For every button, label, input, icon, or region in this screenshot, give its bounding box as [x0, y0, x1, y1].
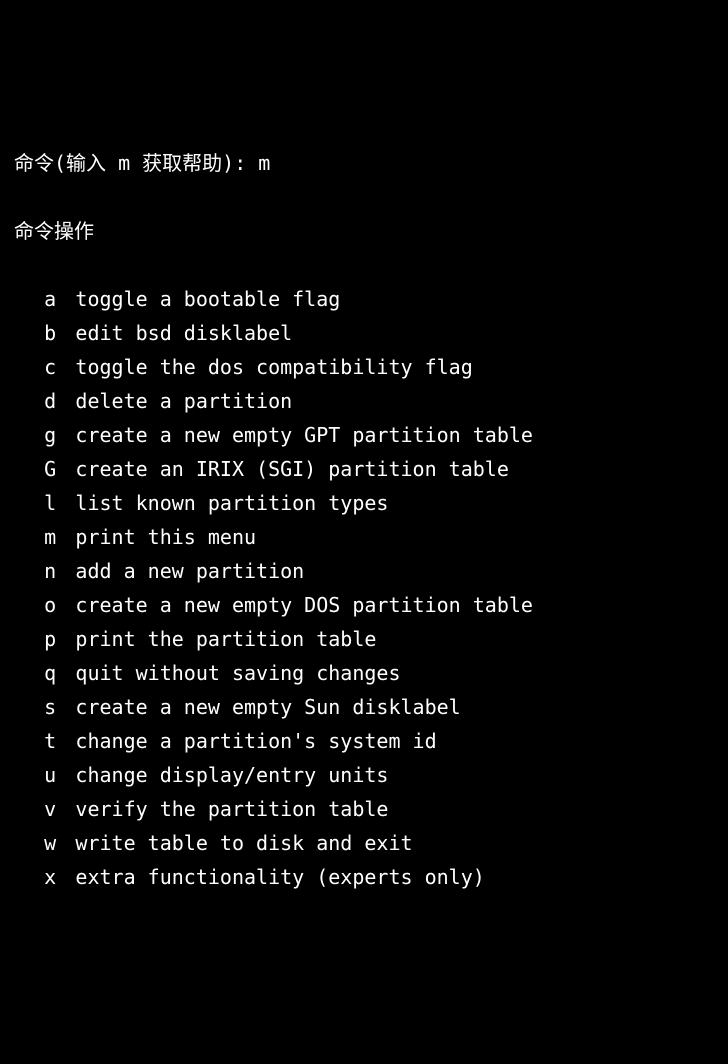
command-gap: [56, 452, 75, 486]
command-description: print the partition table: [75, 627, 376, 651]
command-row: p print the partition table: [14, 622, 714, 656]
command-row: m print this menu: [14, 520, 714, 554]
command-row: G create an IRIX (SGI) partition table: [14, 452, 714, 486]
command-gap: [56, 316, 75, 350]
command-description: change a partition's system id: [75, 729, 436, 753]
command-row: b edit bsd disklabel: [14, 316, 714, 350]
command-description: add a new partition: [75, 559, 304, 583]
command-key: a: [14, 282, 56, 316]
command-gap: [56, 826, 75, 860]
command-gap: [56, 554, 75, 588]
command-prompt-line[interactable]: 命令(输入 m 获取帮助): m: [14, 146, 714, 180]
command-description: extra functionality (experts only): [75, 865, 484, 889]
command-key: s: [14, 690, 56, 724]
command-description: create an IRIX (SGI) partition table: [75, 457, 508, 481]
command-description: change display/entry units: [75, 763, 388, 787]
command-key: G: [14, 452, 56, 486]
command-description: create a new empty Sun disklabel: [75, 695, 460, 719]
command-row: q quit without saving changes: [14, 656, 714, 690]
command-gap: [56, 656, 75, 690]
command-row: v verify the partition table: [14, 792, 714, 826]
command-key: q: [14, 656, 56, 690]
command-key: u: [14, 758, 56, 792]
command-gap: [56, 758, 75, 792]
command-description: list known partition types: [75, 491, 388, 515]
section-header-commands: 命令操作: [14, 214, 714, 248]
command-row: a toggle a bootable flag: [14, 282, 714, 316]
command-description: edit bsd disklabel: [75, 321, 292, 345]
command-key: b: [14, 316, 56, 350]
command-key: t: [14, 724, 56, 758]
command-key: d: [14, 384, 56, 418]
command-key: w: [14, 826, 56, 860]
command-row: l list known partition types: [14, 486, 714, 520]
command-gap: [56, 792, 75, 826]
command-key: c: [14, 350, 56, 384]
command-description: print this menu: [75, 525, 256, 549]
command-row: s create a new empty Sun disklabel: [14, 690, 714, 724]
command-prompt-label: 命令(输入 m 获取帮助):: [14, 151, 258, 175]
command-row: n add a new partition: [14, 554, 714, 588]
command-prompt-input[interactable]: m: [258, 151, 270, 175]
command-gap: [56, 282, 75, 316]
command-gap: [56, 418, 75, 452]
command-key: o: [14, 588, 56, 622]
command-description: write table to disk and exit: [75, 831, 412, 855]
command-key: p: [14, 622, 56, 656]
command-list: a toggle a bootable flagb edit bsd diskl…: [14, 282, 714, 894]
command-gap: [56, 690, 75, 724]
command-gap: [56, 384, 75, 418]
command-key: n: [14, 554, 56, 588]
command-description: create a new empty DOS partition table: [75, 593, 533, 617]
command-row: t change a partition's system id: [14, 724, 714, 758]
command-description: verify the partition table: [75, 797, 388, 821]
command-row: c toggle the dos compatibility flag: [14, 350, 714, 384]
command-gap: [56, 860, 75, 894]
command-description: toggle a bootable flag: [75, 287, 340, 311]
command-key: x: [14, 860, 56, 894]
command-gap: [56, 520, 75, 554]
command-key: v: [14, 792, 56, 826]
command-row: w write table to disk and exit: [14, 826, 714, 860]
command-row: g create a new empty GPT partition table: [14, 418, 714, 452]
command-row: d delete a partition: [14, 384, 714, 418]
command-key: g: [14, 418, 56, 452]
command-row: o create a new empty DOS partition table: [14, 588, 714, 622]
command-description: quit without saving changes: [75, 661, 400, 685]
command-gap: [56, 622, 75, 656]
command-key: l: [14, 486, 56, 520]
command-gap: [56, 588, 75, 622]
command-gap: [56, 724, 75, 758]
command-gap: [56, 486, 75, 520]
command-row: x extra functionality (experts only): [14, 860, 714, 894]
command-gap: [56, 350, 75, 384]
command-row: u change display/entry units: [14, 758, 714, 792]
command-description: toggle the dos compatibility flag: [75, 355, 472, 379]
command-description: create a new empty GPT partition table: [75, 423, 533, 447]
command-description: delete a partition: [75, 389, 292, 413]
command-key: m: [14, 520, 56, 554]
